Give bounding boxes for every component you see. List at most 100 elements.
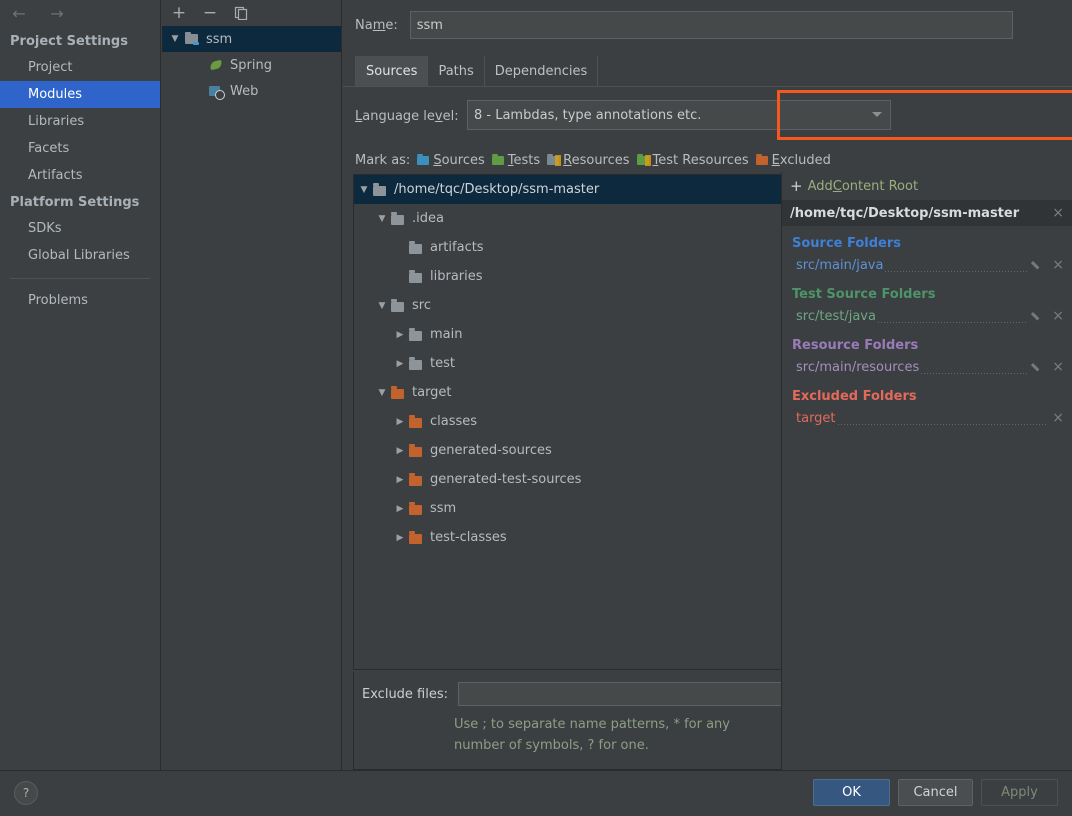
file-tree-row[interactable]: ▶ generated-test-sources xyxy=(354,465,792,494)
file-tree-label: /home/tqc/Desktop/ssm-master xyxy=(394,182,600,197)
file-tree-row[interactable]: ▶ classes xyxy=(354,407,792,436)
twisty-collapsed-icon[interactable]: ▶ xyxy=(392,359,408,369)
name-label-mnemonic: m xyxy=(372,17,386,33)
tabs-underline xyxy=(343,86,1072,87)
remove-folder-icon[interactable]: × xyxy=(1052,411,1064,425)
sidebar-item-project[interactable]: Project xyxy=(0,54,160,81)
twisty-collapsed-icon[interactable]: ▶ xyxy=(392,533,408,543)
sidebar-item-problems[interactable]: Problems xyxy=(0,287,160,314)
ok-button[interactable]: OK xyxy=(813,779,890,806)
file-tree-row[interactable]: ▶ ssm xyxy=(354,494,792,523)
apply-button[interactable]: Apply xyxy=(981,779,1058,806)
excluded-folder-icon xyxy=(390,386,406,400)
twisty-collapsed-icon[interactable]: ▶ xyxy=(392,417,408,427)
help-button[interactable]: ? xyxy=(14,781,38,805)
exclude-files-input[interactable] xyxy=(458,682,783,706)
folder-icon xyxy=(408,357,424,371)
mark-as-xcluded[interactable]: Excluded xyxy=(755,153,831,168)
tab-paths[interactable]: Paths xyxy=(428,56,485,86)
sidebar-item-libraries[interactable]: Libraries xyxy=(0,108,160,135)
folder-entry-actions: × xyxy=(1052,411,1072,425)
sidebar-item-artifacts[interactable]: Artifacts xyxy=(0,162,160,189)
twisty-collapsed-icon[interactable]: ▶ xyxy=(392,475,408,485)
file-tree-row[interactable]: ▼ target xyxy=(354,378,792,407)
copy-module-icon[interactable] xyxy=(232,4,250,22)
content-file-tree[interactable]: ▼ /home/tqc/Desktop/ssm-master ▼ .idea artif… xyxy=(353,174,793,670)
remove-folder-icon[interactable]: × xyxy=(1052,309,1064,323)
sidebar-group-list: Project Settings Project Modules Libraries F… xyxy=(0,28,160,269)
remove-folder-icon[interactable]: × xyxy=(1052,360,1064,374)
folder-entry[interactable]: src/test/java × xyxy=(782,304,1072,328)
twisty-expanded-icon[interactable]: ▼ xyxy=(356,185,372,195)
mark-as-label: Test Resources xyxy=(652,152,749,168)
add-root-label-part1: Add xyxy=(807,178,833,194)
module-tree-row[interactable]: Web xyxy=(162,78,341,104)
remove-content-root-icon[interactable]: × xyxy=(1052,206,1064,220)
sidebar-item-sdks[interactable]: SDKs xyxy=(0,215,160,242)
file-tree-row[interactable]: ▼ /home/tqc/Desktop/ssm-master xyxy=(354,175,792,204)
plus-icon: + xyxy=(790,177,803,195)
file-tree-label: .idea xyxy=(412,211,444,226)
modules-panel: + − ▼ ssm Spring Web xyxy=(162,0,342,770)
twisty-collapsed-icon[interactable]: ▶ xyxy=(392,504,408,514)
excluded-folder-icon xyxy=(408,502,424,516)
cancel-button[interactable]: Cancel xyxy=(898,779,973,806)
excluded-folder-icon xyxy=(408,531,424,545)
sidebar-item-facets[interactable]: Facets xyxy=(0,135,160,162)
add-module-icon[interactable]: + xyxy=(170,3,188,23)
lang-mnemonic-v: v xyxy=(434,108,443,124)
file-tree-row[interactable]: ▼ src xyxy=(354,291,792,320)
twisty-expanded-icon[interactable]: ▼ xyxy=(374,301,390,311)
language-level-dropdown[interactable]: 8 - Lambdas, type annotations etc. xyxy=(467,100,891,130)
twisty-expanded-icon[interactable]: ▼ xyxy=(374,214,390,224)
sidebar-item-global-libraries[interactable]: Global Libraries xyxy=(0,242,160,269)
folder-entry[interactable]: target × xyxy=(782,406,1072,430)
folder-icon xyxy=(408,270,424,284)
twisty-expanded-icon[interactable]: ▼ xyxy=(166,34,184,44)
mark-as-est-resources[interactable]: Test Resources xyxy=(636,153,749,168)
file-tree-row[interactable]: ▶ test-classes xyxy=(354,523,792,552)
tab-sources[interactable]: Sources xyxy=(355,56,429,86)
file-tree-label: test xyxy=(430,356,455,371)
twisty-expanded-icon[interactable]: ▼ xyxy=(374,388,390,398)
file-tree-row[interactable]: artifacts xyxy=(354,233,792,262)
content-roots-panel: + Add Content Root /home/tqc/Desktop/ssm-… xyxy=(781,172,1072,770)
folder-icon xyxy=(408,241,424,255)
sidebar-item-modules[interactable]: Modules xyxy=(0,81,160,108)
forward-arrow-icon[interactable]: → xyxy=(46,4,68,24)
file-tree-label: artifacts xyxy=(430,240,484,255)
resources-folder-icon xyxy=(546,153,562,167)
back-arrow-icon[interactable]: ← xyxy=(8,4,30,24)
mark-as-ests[interactable]: Tests xyxy=(491,153,540,168)
excluded-folder-icon xyxy=(408,444,424,458)
module-name-input[interactable] xyxy=(409,11,1013,39)
file-tree-row[interactable]: ▼ .idea xyxy=(354,204,792,233)
add-content-root-button[interactable]: + Add Content Root xyxy=(782,172,1072,200)
twisty-collapsed-icon[interactable]: ▶ xyxy=(392,330,408,340)
file-tree-label: main xyxy=(430,327,463,342)
folder-entry[interactable]: src/main/java × xyxy=(782,253,1072,277)
module-tree-row[interactable]: ▼ ssm xyxy=(162,26,341,52)
edit-pencil-icon[interactable] xyxy=(1032,311,1043,322)
mark-as-esources[interactable]: Resources xyxy=(546,153,630,168)
lang-label-part1: anguage le xyxy=(362,108,435,124)
exclude-files-label: Exclude files: xyxy=(362,686,449,702)
file-tree-row[interactable]: ▶ generated-sources xyxy=(354,436,792,465)
remove-folder-icon[interactable]: × xyxy=(1052,258,1064,272)
module-tree-row[interactable]: Spring xyxy=(162,52,341,78)
remove-module-icon[interactable]: − xyxy=(201,3,219,23)
edit-pencil-icon[interactable] xyxy=(1032,362,1043,373)
file-tree-row[interactable]: ▶ test xyxy=(354,349,792,378)
dotted-leader xyxy=(837,424,1049,425)
folder-entry-path: src/test/java xyxy=(796,308,876,324)
folder-entry[interactable]: src/main/resources × xyxy=(782,355,1072,379)
tab-dependencies[interactable]: Dependencies xyxy=(485,56,599,86)
folder-section-title: Test Source Folders xyxy=(792,287,936,302)
module-tabs: Sources Paths Dependencies xyxy=(343,56,1072,86)
file-tree-row[interactable]: ▶ main xyxy=(354,320,792,349)
edit-pencil-icon[interactable] xyxy=(1032,260,1043,271)
folder-section-title: Resource Folders xyxy=(792,338,919,353)
twisty-collapsed-icon[interactable]: ▶ xyxy=(392,446,408,456)
file-tree-row[interactable]: libraries xyxy=(354,262,792,291)
mark-as-ources[interactable]: Sources xyxy=(416,153,485,168)
